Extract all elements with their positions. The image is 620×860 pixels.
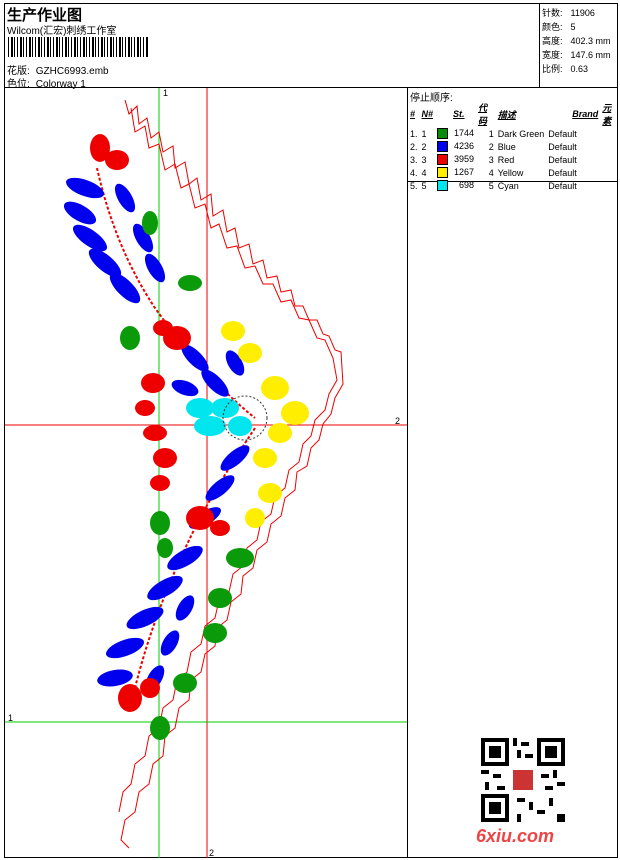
cell-brand: Default bbox=[548, 128, 577, 139]
stat-colors: 颜色: 5 bbox=[542, 22, 576, 32]
cell-st: 4236 bbox=[435, 140, 476, 153]
barcode bbox=[8, 37, 148, 57]
cell-st: 3959 bbox=[435, 153, 476, 166]
cell-code: 1 bbox=[488, 128, 494, 139]
design-canvas bbox=[5, 88, 407, 858]
col-desc: 描述 bbox=[497, 109, 516, 120]
color-swatch bbox=[437, 167, 449, 179]
color-swatch bbox=[437, 154, 449, 166]
col-brand: Brand bbox=[572, 109, 599, 119]
cell-elem bbox=[600, 153, 620, 166]
cell-st: 1744 bbox=[435, 127, 476, 140]
blue-leaves-upper bbox=[63, 177, 245, 397]
cell-n: 5 bbox=[421, 180, 427, 191]
stat-scale: 比例: 0.63 bbox=[542, 64, 589, 74]
cell-code: 5 bbox=[488, 180, 494, 191]
cell-num: 4. bbox=[410, 167, 418, 178]
cell-desc: Dark Green bbox=[497, 128, 545, 139]
cell-n: 2 bbox=[421, 141, 427, 152]
axis-label-h1: 1 bbox=[8, 713, 14, 723]
cell-elem bbox=[600, 166, 620, 179]
cell-num: 2. bbox=[410, 141, 418, 152]
qr-code bbox=[481, 738, 565, 822]
axis-label-v2: 2 bbox=[209, 848, 215, 858]
col-num: # bbox=[410, 109, 416, 119]
col-stitches: St. bbox=[453, 109, 465, 119]
cell-desc: Red bbox=[497, 154, 515, 165]
cell-desc: Blue bbox=[497, 141, 516, 152]
cell-num: 5. bbox=[410, 180, 418, 191]
cell-brand: Default bbox=[548, 167, 577, 178]
cell-elem bbox=[600, 179, 620, 192]
cell-n: 3 bbox=[421, 154, 427, 165]
sequence-row: 4. 4 1267 4 Yellow Default bbox=[408, 166, 620, 179]
cell-brand: Default bbox=[548, 141, 577, 152]
cell-desc: Yellow bbox=[497, 167, 524, 178]
cell-n: 1 bbox=[421, 128, 427, 139]
color-swatch bbox=[437, 128, 449, 140]
col-code: 代码 bbox=[478, 103, 488, 126]
stats-panel: 针数: 11906 颜色: 5 高度: 402.3 mm 宽度: 147.6 m… bbox=[542, 6, 611, 76]
qr-center-stamp bbox=[513, 770, 533, 790]
green-sprigs bbox=[120, 211, 254, 740]
stat-stitches: 针数: 11906 bbox=[542, 8, 595, 18]
studio-name: Wilcom(汇宏)刺绣工作室 bbox=[7, 26, 117, 37]
axis-label-v1: 1 bbox=[163, 88, 169, 98]
axis-label-h2: 2 bbox=[395, 416, 401, 426]
stats-divider bbox=[539, 3, 540, 87]
stop-sequence-table: # N# St. 代码 描述 Brand 元素 1. 1 1744 1 Dark Gre… bbox=[408, 101, 620, 192]
stat-width: 宽度: 147.6 mm bbox=[542, 50, 611, 60]
cell-elem bbox=[600, 127, 620, 140]
sequence-row: 1. 1 1744 1 Dark Green Default bbox=[408, 127, 620, 140]
cell-num: 1. bbox=[410, 128, 418, 139]
cell-elem bbox=[600, 140, 620, 153]
col-n: N# bbox=[421, 109, 434, 119]
color-swatch bbox=[437, 180, 449, 192]
sequence-row: 3. 3 3959 3 Red Default bbox=[408, 153, 620, 166]
watermark: 6xiu.com bbox=[476, 826, 555, 846]
blue-leaves-lower bbox=[97, 445, 250, 691]
sequence-header-row: # N# St. 代码 描述 Brand 元素 bbox=[408, 101, 620, 127]
cell-brand: Default bbox=[548, 180, 577, 191]
cell-code: 3 bbox=[488, 154, 494, 165]
sequence-row: 2. 2 4236 2 Blue Default bbox=[408, 140, 620, 153]
cell-brand: Default bbox=[548, 154, 577, 165]
cell-code: 2 bbox=[488, 141, 494, 152]
color-swatch bbox=[437, 141, 449, 153]
cyan-flower bbox=[186, 398, 252, 436]
cell-desc: Cyan bbox=[497, 180, 519, 191]
sequence-row: 5. 5 698 5 Cyan Default bbox=[408, 179, 620, 192]
stat-height: 高度: 402.3 mm bbox=[542, 36, 611, 46]
cell-code: 4 bbox=[488, 167, 494, 178]
panel-divider bbox=[407, 87, 408, 858]
col-element: 元素 bbox=[602, 103, 612, 126]
cell-n: 4 bbox=[421, 167, 427, 178]
cell-st: 698 bbox=[435, 179, 476, 192]
cell-st: 1267 bbox=[435, 166, 476, 179]
cell-num: 3. bbox=[410, 154, 418, 165]
